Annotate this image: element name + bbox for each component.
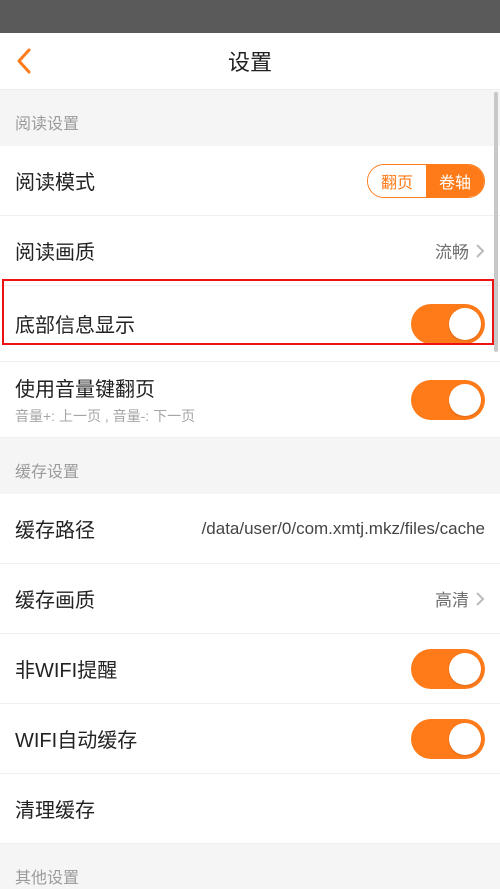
row-bottom-info: 底部信息显示 bbox=[0, 286, 500, 362]
row-cache-path[interactable]: 缓存路径 /data/user/0/com.xmtj.mkz/files/cac… bbox=[0, 494, 500, 564]
toggle-knob bbox=[449, 653, 481, 685]
toggle-knob bbox=[449, 723, 481, 755]
section-header-other: 其他设置 bbox=[0, 844, 500, 889]
row-cache-quality[interactable]: 缓存画质 高清 bbox=[0, 564, 500, 634]
reading-quality-label: 阅读画质 bbox=[15, 236, 95, 265]
cache-path-label: 缓存路径 bbox=[15, 514, 95, 543]
nonwifi-label: 非WIFI提醒 bbox=[15, 654, 117, 683]
header: 设置 bbox=[0, 33, 500, 90]
reading-mode-scroll-button[interactable]: 卷轴 bbox=[426, 165, 484, 197]
nonwifi-toggle[interactable] bbox=[411, 649, 485, 689]
volume-page-sub: 音量+: 上一页 , 音量-: 下一页 bbox=[15, 406, 411, 426]
status-bar bbox=[0, 0, 500, 33]
chevron-right-icon bbox=[475, 243, 485, 259]
reading-mode-label: 阅读模式 bbox=[15, 166, 95, 195]
back-button[interactable] bbox=[10, 47, 38, 75]
volume-page-label: 使用音量键翻页 bbox=[15, 373, 411, 402]
bottom-info-toggle[interactable] bbox=[411, 304, 485, 344]
reading-mode-page-button[interactable]: 翻页 bbox=[368, 165, 426, 197]
section-header-reading: 阅读设置 bbox=[0, 90, 500, 146]
back-icon bbox=[15, 47, 33, 75]
page-title: 设置 bbox=[228, 45, 272, 77]
volume-page-toggle[interactable] bbox=[411, 380, 485, 420]
cache-quality-label: 缓存画质 bbox=[15, 584, 95, 613]
cache-quality-value: 高清 bbox=[435, 586, 469, 611]
clear-cache-label: 清理缓存 bbox=[15, 794, 95, 823]
settings-scroll[interactable]: 阅读设置 阅读模式 翻页 卷轴 阅读画质 流畅 底部信息显示 使用音量键翻页 音… bbox=[0, 90, 500, 889]
row-reading-mode: 阅读模式 翻页 卷轴 bbox=[0, 146, 500, 216]
row-reading-quality[interactable]: 阅读画质 流畅 bbox=[0, 216, 500, 286]
cache-path-value: /data/user/0/com.xmtj.mkz/files/cache bbox=[115, 519, 485, 539]
row-wifi-auto-cache: WIFI自动缓存 bbox=[0, 704, 500, 774]
bottom-info-label: 底部信息显示 bbox=[15, 309, 135, 338]
chevron-right-icon bbox=[475, 591, 485, 607]
scrollbar-thumb[interactable] bbox=[494, 92, 498, 352]
toggle-knob bbox=[449, 384, 481, 416]
reading-mode-segmented: 翻页 卷轴 bbox=[367, 164, 485, 198]
row-nonwifi-alert: 非WIFI提醒 bbox=[0, 634, 500, 704]
wifi-auto-toggle[interactable] bbox=[411, 719, 485, 759]
section-header-cache: 缓存设置 bbox=[0, 438, 500, 494]
row-clear-cache[interactable]: 清理缓存 bbox=[0, 774, 500, 844]
toggle-knob bbox=[449, 308, 481, 340]
reading-quality-value: 流畅 bbox=[435, 238, 469, 263]
row-volume-page: 使用音量键翻页 音量+: 上一页 , 音量-: 下一页 bbox=[0, 362, 500, 438]
wifi-auto-label: WIFI自动缓存 bbox=[15, 724, 137, 753]
